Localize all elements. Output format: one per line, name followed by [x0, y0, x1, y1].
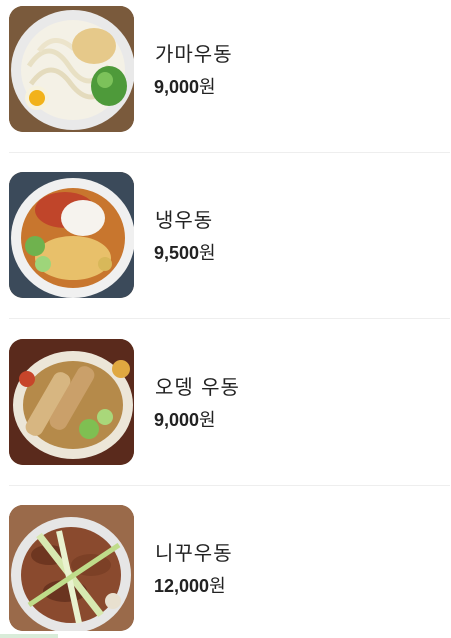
menu-item-cold-udon[interactable]: 냉우동 9,500원 — [0, 172, 451, 298]
menu-item-price: 9,500원 — [154, 239, 216, 265]
menu-item-oden-udon[interactable]: 오뎅 우동 9,000원 — [0, 339, 451, 465]
menu-item-price: 12,000원 — [154, 572, 226, 598]
price-value: 9,000 — [154, 77, 200, 97]
price-currency: 원 — [199, 410, 216, 431]
item-divider — [9, 485, 450, 486]
menu-item-price: 9,000원 — [154, 73, 216, 99]
cold-udon-photo — [9, 172, 134, 298]
menu-item-niku-udon[interactable]: 니꾸우동 12,000원 — [0, 505, 451, 631]
price-value: 9,000 — [154, 410, 200, 430]
item-divider — [9, 318, 450, 319]
menu-item-name: 가마우동 — [155, 42, 233, 66]
price-currency: 원 — [209, 576, 226, 597]
price-currency: 원 — [199, 243, 216, 264]
bottom-edge-strip — [0, 634, 58, 638]
kama-udon-photo — [9, 6, 134, 132]
item-divider — [9, 152, 450, 153]
oden-udon-photo — [9, 339, 134, 465]
menu-item-kama-udon[interactable]: 가마우동 9,000원 — [0, 6, 451, 132]
menu-item-price: 9,000원 — [154, 406, 216, 432]
niku-udon-photo — [9, 505, 134, 631]
menu-item-name: 오뎅 우동 — [155, 375, 240, 399]
menu-item-name: 니꾸우동 — [155, 541, 233, 565]
price-value: 9,500 — [154, 243, 200, 263]
menu-item-name: 냉우동 — [155, 208, 214, 232]
price-currency: 원 — [199, 77, 216, 98]
price-value: 12,000 — [154, 576, 210, 596]
